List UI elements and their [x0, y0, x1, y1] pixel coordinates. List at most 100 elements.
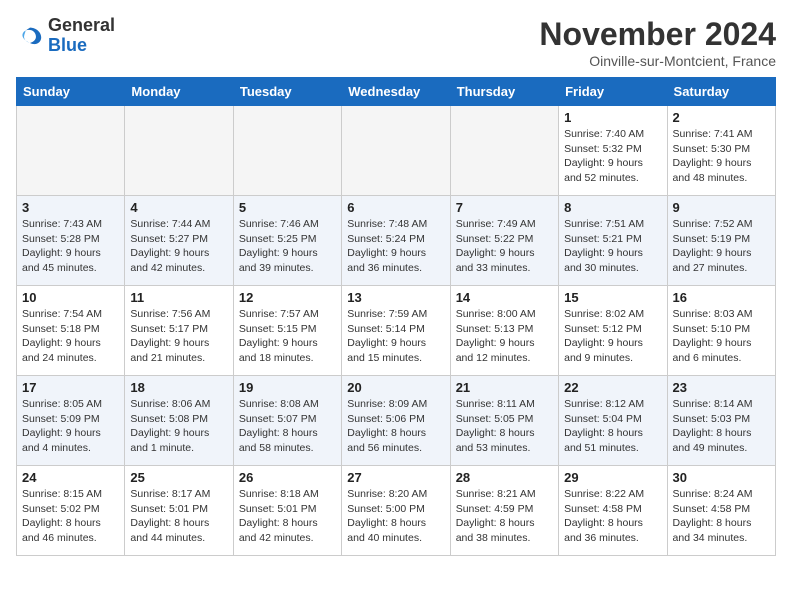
calendar-cell: 28 Sunrise: 8:21 AM Sunset: 4:59 PM Dayli…: [450, 466, 558, 556]
calendar-cell: 8 Sunrise: 7:51 AM Sunset: 5:21 PM Daylig…: [559, 196, 667, 286]
day-info: Sunrise: 7:57 AM Sunset: 5:15 PM Dayligh…: [239, 307, 336, 366]
title-block: November 2024 Oinville-sur-Montcient, Fr…: [539, 16, 776, 69]
day-info: Sunrise: 8:03 AM Sunset: 5:10 PM Dayligh…: [673, 307, 770, 366]
day-number: 20: [347, 380, 444, 395]
calendar-cell: 5 Sunrise: 7:46 AM Sunset: 5:25 PM Daylig…: [233, 196, 341, 286]
calendar-cell: 22 Sunrise: 8:12 AM Sunset: 5:04 PM Dayli…: [559, 376, 667, 466]
day-info: Sunrise: 8:11 AM Sunset: 5:05 PM Dayligh…: [456, 397, 553, 456]
day-info: Sunrise: 7:56 AM Sunset: 5:17 PM Dayligh…: [130, 307, 227, 366]
calendar-cell: 9 Sunrise: 7:52 AM Sunset: 5:19 PM Daylig…: [667, 196, 775, 286]
day-number: 7: [456, 200, 553, 215]
calendar-cell: [17, 106, 125, 196]
calendar-cell: [125, 106, 233, 196]
calendar-cell: 30 Sunrise: 8:24 AM Sunset: 4:58 PM Dayli…: [667, 466, 775, 556]
logo-icon: [16, 22, 44, 50]
day-info: Sunrise: 8:12 AM Sunset: 5:04 PM Dayligh…: [564, 397, 661, 456]
day-info: Sunrise: 8:22 AM Sunset: 4:58 PM Dayligh…: [564, 487, 661, 546]
weekday-header: Friday: [559, 78, 667, 106]
day-number: 27: [347, 470, 444, 485]
logo: General Blue: [16, 16, 115, 56]
day-info: Sunrise: 7:52 AM Sunset: 5:19 PM Dayligh…: [673, 217, 770, 276]
day-number: 26: [239, 470, 336, 485]
day-info: Sunrise: 8:06 AM Sunset: 5:08 PM Dayligh…: [130, 397, 227, 456]
day-number: 5: [239, 200, 336, 215]
calendar-cell: 10 Sunrise: 7:54 AM Sunset: 5:18 PM Dayli…: [17, 286, 125, 376]
calendar-cell: 18 Sunrise: 8:06 AM Sunset: 5:08 PM Dayli…: [125, 376, 233, 466]
location-subtitle: Oinville-sur-Montcient, France: [539, 53, 776, 69]
calendar-week-row: 10 Sunrise: 7:54 AM Sunset: 5:18 PM Dayli…: [17, 286, 776, 376]
day-number: 29: [564, 470, 661, 485]
day-info: Sunrise: 7:49 AM Sunset: 5:22 PM Dayligh…: [456, 217, 553, 276]
day-info: Sunrise: 8:05 AM Sunset: 5:09 PM Dayligh…: [22, 397, 119, 456]
day-info: Sunrise: 7:54 AM Sunset: 5:18 PM Dayligh…: [22, 307, 119, 366]
day-info: Sunrise: 7:43 AM Sunset: 5:28 PM Dayligh…: [22, 217, 119, 276]
calendar-cell: 12Sunrise: 7:57 AM Sunset: 5:15 PM Dayli…: [233, 286, 341, 376]
calendar-cell: [450, 106, 558, 196]
day-number: 8: [564, 200, 661, 215]
day-info: Sunrise: 7:48 AM Sunset: 5:24 PM Dayligh…: [347, 217, 444, 276]
calendar-week-row: 1 Sunrise: 7:40 AM Sunset: 5:32 PM Daylig…: [17, 106, 776, 196]
day-info: Sunrise: 8:21 AM Sunset: 4:59 PM Dayligh…: [456, 487, 553, 546]
day-number: 17: [22, 380, 119, 395]
calendar-cell: 4 Sunrise: 7:44 AM Sunset: 5:27 PM Daylig…: [125, 196, 233, 286]
day-number: 1: [564, 110, 661, 125]
weekday-header: Sunday: [17, 78, 125, 106]
day-number: 25: [130, 470, 227, 485]
day-info: Sunrise: 7:40 AM Sunset: 5:32 PM Dayligh…: [564, 127, 661, 186]
day-number: 3: [22, 200, 119, 215]
day-info: Sunrise: 8:02 AM Sunset: 5:12 PM Dayligh…: [564, 307, 661, 366]
day-info: Sunrise: 8:24 AM Sunset: 4:58 PM Dayligh…: [673, 487, 770, 546]
calendar-week-row: 3 Sunrise: 7:43 AM Sunset: 5:28 PM Daylig…: [17, 196, 776, 286]
day-number: 23: [673, 380, 770, 395]
day-info: Sunrise: 8:08 AM Sunset: 5:07 PM Dayligh…: [239, 397, 336, 456]
day-number: 2: [673, 110, 770, 125]
calendar-cell: 20 Sunrise: 8:09 AM Sunset: 5:06 PM Dayli…: [342, 376, 450, 466]
calendar-week-row: 24Sunrise: 8:15 AM Sunset: 5:02 PM Dayli…: [17, 466, 776, 556]
page-header: General Blue November 2024 Oinville-sur-…: [16, 16, 776, 69]
day-number: 4: [130, 200, 227, 215]
calendar-cell: 27Sunrise: 8:20 AM Sunset: 5:00 PM Dayli…: [342, 466, 450, 556]
day-number: 30: [673, 470, 770, 485]
day-number: 10: [22, 290, 119, 305]
weekday-header: Saturday: [667, 78, 775, 106]
weekday-header: Thursday: [450, 78, 558, 106]
day-info: Sunrise: 7:41 AM Sunset: 5:30 PM Dayligh…: [673, 127, 770, 186]
day-info: Sunrise: 8:18 AM Sunset: 5:01 PM Dayligh…: [239, 487, 336, 546]
calendar-cell: 21 Sunrise: 8:11 AM Sunset: 5:05 PM Dayli…: [450, 376, 558, 466]
calendar-cell: 11 Sunrise: 7:56 AM Sunset: 5:17 PM Dayli…: [125, 286, 233, 376]
calendar-cell: 14 Sunrise: 8:00 AM Sunset: 5:13 PM Dayli…: [450, 286, 558, 376]
calendar-cell: 29 Sunrise: 8:22 AM Sunset: 4:58 PM Dayli…: [559, 466, 667, 556]
calendar-cell: [342, 106, 450, 196]
calendar-cell: 25 Sunrise: 8:17 AM Sunset: 5:01 PM Dayli…: [125, 466, 233, 556]
calendar-cell: 7 Sunrise: 7:49 AM Sunset: 5:22 PM Daylig…: [450, 196, 558, 286]
weekday-header-row: SundayMondayTuesdayWednesdayThursdayFrid…: [17, 78, 776, 106]
calendar-cell: 1 Sunrise: 7:40 AM Sunset: 5:32 PM Daylig…: [559, 106, 667, 196]
day-number: 22: [564, 380, 661, 395]
calendar-cell: 17 Sunrise: 8:05 AM Sunset: 5:09 PM Dayli…: [17, 376, 125, 466]
day-info: Sunrise: 8:00 AM Sunset: 5:13 PM Dayligh…: [456, 307, 553, 366]
calendar-cell: [233, 106, 341, 196]
day-number: 18: [130, 380, 227, 395]
calendar-cell: 15Sunrise: 8:02 AM Sunset: 5:12 PM Dayli…: [559, 286, 667, 376]
calendar-cell: 26 Sunrise: 8:18 AM Sunset: 5:01 PM Dayli…: [233, 466, 341, 556]
day-number: 6: [347, 200, 444, 215]
calendar-cell: 2 Sunrise: 7:41 AM Sunset: 5:30 PM Daylig…: [667, 106, 775, 196]
day-number: 11: [130, 290, 227, 305]
day-info: Sunrise: 8:09 AM Sunset: 5:06 PM Dayligh…: [347, 397, 444, 456]
day-number: 9: [673, 200, 770, 215]
calendar-table: SundayMondayTuesdayWednesdayThursdayFrid…: [16, 77, 776, 556]
day-info: Sunrise: 7:46 AM Sunset: 5:25 PM Dayligh…: [239, 217, 336, 276]
day-number: 14: [456, 290, 553, 305]
calendar-cell: 24Sunrise: 8:15 AM Sunset: 5:02 PM Dayli…: [17, 466, 125, 556]
day-info: Sunrise: 8:15 AM Sunset: 5:02 PM Dayligh…: [22, 487, 119, 546]
day-number: 21: [456, 380, 553, 395]
day-number: 28: [456, 470, 553, 485]
day-info: Sunrise: 7:51 AM Sunset: 5:21 PM Dayligh…: [564, 217, 661, 276]
day-number: 16: [673, 290, 770, 305]
day-info: Sunrise: 7:44 AM Sunset: 5:27 PM Dayligh…: [130, 217, 227, 276]
calendar-week-row: 17 Sunrise: 8:05 AM Sunset: 5:09 PM Dayli…: [17, 376, 776, 466]
weekday-header: Monday: [125, 78, 233, 106]
month-title: November 2024: [539, 16, 776, 53]
day-info: Sunrise: 8:17 AM Sunset: 5:01 PM Dayligh…: [130, 487, 227, 546]
calendar-cell: 19Sunrise: 8:08 AM Sunset: 5:07 PM Dayli…: [233, 376, 341, 466]
